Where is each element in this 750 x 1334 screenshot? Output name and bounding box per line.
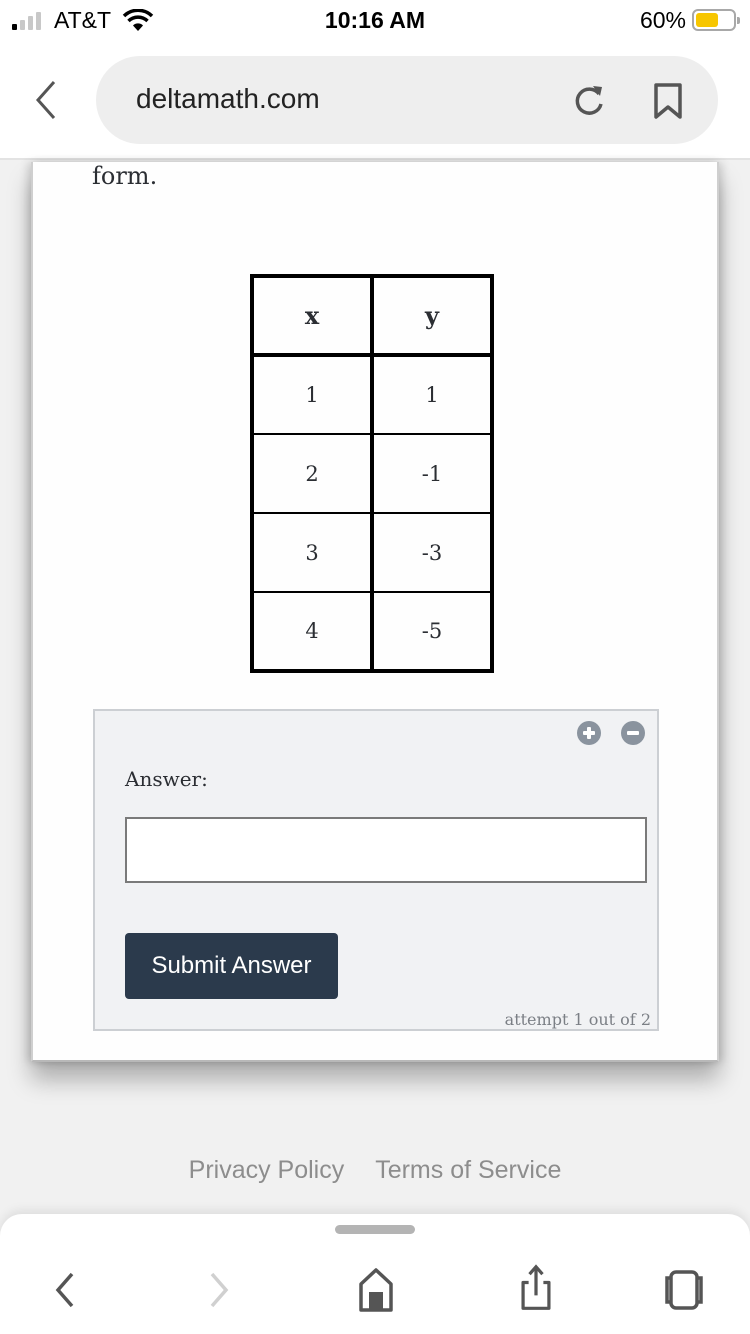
answer-label: Answer: bbox=[125, 767, 208, 791]
browser-nav-bar: deltamath.com bbox=[0, 40, 750, 160]
column-header-x: x bbox=[251, 275, 374, 357]
x-cell: 2 bbox=[251, 433, 374, 514]
y-cell: -3 bbox=[371, 512, 493, 593]
x-cell: 4 bbox=[251, 591, 374, 672]
forward-icon[interactable] bbox=[198, 1266, 242, 1314]
status-bar: AT&T 10:16 AM 60% bbox=[0, 0, 750, 40]
zoom-in-icon[interactable] bbox=[577, 721, 601, 745]
zoom-out-icon[interactable] bbox=[621, 721, 645, 745]
x-cell: 1 bbox=[251, 354, 374, 435]
drag-handle[interactable] bbox=[335, 1225, 415, 1234]
tabs-icon[interactable] bbox=[662, 1266, 706, 1314]
y-cell: 1 bbox=[371, 354, 493, 435]
browser-toolbar bbox=[0, 1214, 750, 1334]
reload-icon[interactable] bbox=[571, 82, 607, 118]
browser-back-icon[interactable] bbox=[30, 78, 62, 122]
column-header-y: y bbox=[371, 275, 493, 357]
address-bar[interactable]: deltamath.com bbox=[96, 56, 718, 144]
clock: 10:16 AM bbox=[324, 7, 426, 33]
privacy-policy-link[interactable]: Privacy Policy bbox=[189, 1156, 345, 1184]
table-row: 3 -3 bbox=[251, 512, 493, 593]
answer-panel: Answer: Submit Answer attempt 1 out of 2 bbox=[93, 709, 659, 1031]
table-header-row: x y bbox=[251, 275, 493, 357]
y-cell: -5 bbox=[371, 591, 493, 672]
x-cell: 3 bbox=[251, 512, 374, 593]
y-cell: -1 bbox=[371, 433, 493, 514]
share-icon[interactable] bbox=[514, 1264, 558, 1312]
terms-of-service-link[interactable]: Terms of Service bbox=[375, 1156, 561, 1184]
footer-links: Privacy Policy Terms of Service bbox=[0, 1156, 750, 1185]
back-icon[interactable] bbox=[44, 1266, 88, 1314]
table-row: 2 -1 bbox=[251, 433, 493, 514]
battery-icon bbox=[692, 9, 740, 31]
answer-input[interactable] bbox=[125, 817, 647, 883]
url-text: deltamath.com bbox=[136, 83, 320, 114]
attempt-counter: attempt 1 out of 2 bbox=[504, 1010, 651, 1029]
xy-table: x y 1 1 2 -1 3 -3 4 -5 bbox=[250, 274, 494, 673]
question-prompt: form. bbox=[92, 162, 158, 190]
table-row: 4 -5 bbox=[251, 591, 493, 672]
home-icon[interactable] bbox=[354, 1266, 398, 1314]
bookmark-icon[interactable] bbox=[652, 82, 684, 120]
battery-percent: 60% bbox=[639, 7, 686, 33]
question-card: form. x y 1 1 2 -1 3 -3 4 -5 Answer: Sub… bbox=[31, 162, 719, 1062]
submit-answer-button[interactable]: Submit Answer bbox=[125, 933, 338, 999]
table-row: 1 1 bbox=[251, 354, 493, 435]
